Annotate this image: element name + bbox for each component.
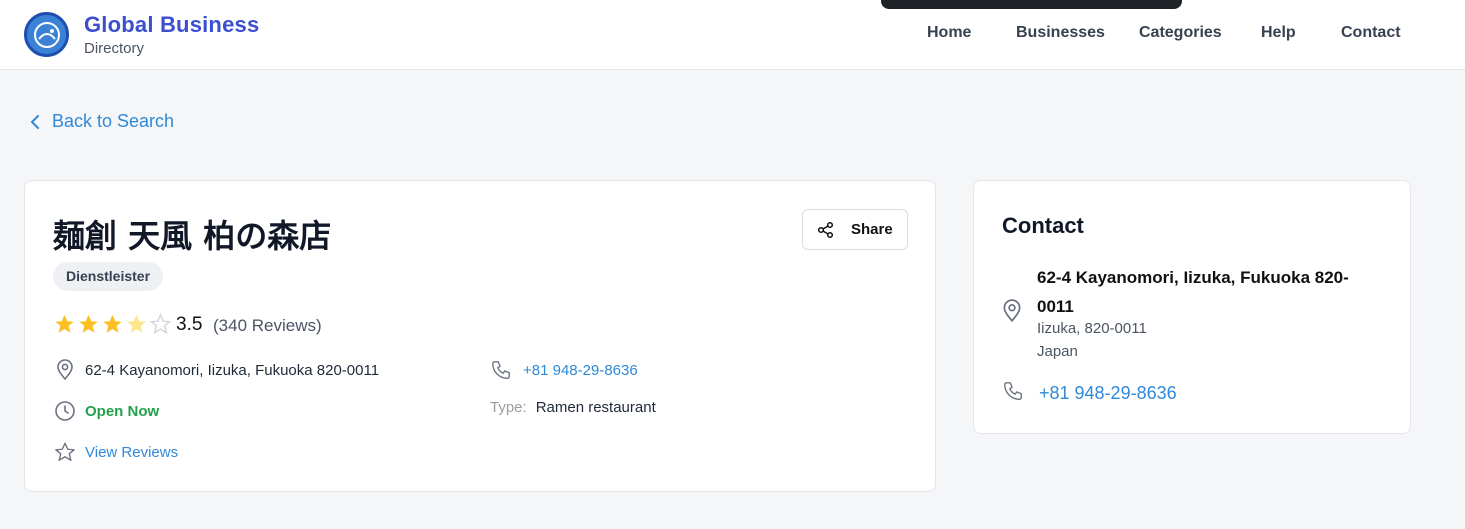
star-half-icon: [127, 314, 146, 333]
phone-row: +81 948-29-8636: [489, 358, 638, 382]
brand-logo[interactable]: [24, 12, 69, 57]
contact-address-line3: Japan: [1037, 343, 1078, 360]
address-text: 62-4 Kayanomori, Iizuka, Fukuoka 820-001…: [85, 361, 380, 379]
contact-card: Contact 62-4 Kayanomori, Iizuka, Fukuoka…: [973, 180, 1411, 434]
top-header: Global Business Directory Home Businesse…: [0, 0, 1465, 70]
business-details-card: 麺創 天風 柏の森店 Share Dienstleister 3.5 (340 …: [24, 180, 936, 492]
contact-phone-link[interactable]: +81 948-29-8636: [1039, 383, 1177, 404]
brand-subtitle: Directory: [84, 40, 145, 57]
top-overlay-bar: [881, 0, 1182, 9]
clock-icon: [53, 399, 77, 423]
rating-value: 3.5: [176, 314, 203, 335]
nav-help[interactable]: Help: [1261, 24, 1296, 42]
phone-link[interactable]: +81 948-29-8636: [523, 362, 638, 379]
star-filled-icon: [79, 314, 98, 333]
back-to-search-link[interactable]: Back to Search: [28, 111, 174, 132]
type-row: Type: Ramen restaurant: [490, 399, 656, 416]
star-filled-icon: [103, 314, 122, 333]
business-name: 麺創 天風 柏の森店: [53, 217, 332, 255]
nav-businesses[interactable]: Businesses: [1016, 24, 1105, 42]
back-label: Back to Search: [52, 111, 175, 131]
star-rating: [53, 313, 172, 335]
view-reviews-link[interactable]: View Reviews: [85, 444, 178, 461]
type-label: Type:: [490, 399, 527, 416]
location-pin-icon: [53, 358, 77, 382]
phone-icon: [489, 358, 513, 382]
share-button[interactable]: Share: [802, 209, 908, 250]
type-value: Ramen restaurant: [535, 399, 656, 416]
share-icon: [817, 221, 834, 238]
contact-address-line1: 62-4 Kayanomori, Iizuka, Fukuoka 820-001…: [1037, 268, 1349, 316]
review-count: (340 Reviews): [213, 316, 322, 335]
star-empty-icon: [149, 313, 172, 335]
category-badge: Dienstleister: [53, 262, 164, 291]
chevron-left-icon: [31, 114, 39, 129]
share-label: Share: [851, 221, 893, 238]
nav-contact[interactable]: Contact: [1341, 24, 1401, 42]
globe-icon: [34, 22, 60, 48]
phone-icon: [1004, 382, 1022, 400]
contact-address-line2: Iizuka, 820-0011: [1037, 320, 1147, 337]
view-reviews-row: View Reviews: [53, 440, 178, 464]
hours-row: Open Now: [53, 399, 159, 423]
open-status: Open Now: [85, 402, 160, 420]
location-pin-icon: [1003, 299, 1021, 323]
star-outline-icon: [53, 440, 77, 464]
brand-title[interactable]: Global Business: [84, 12, 259, 38]
star-filled-icon: [55, 314, 74, 333]
contact-title: Contact: [1002, 213, 1084, 238]
nav-home[interactable]: Home: [927, 24, 971, 42]
address-row: 62-4 Kayanomori, Iizuka, Fukuoka 820-001…: [53, 358, 379, 382]
nav-categories[interactable]: Categories: [1139, 24, 1222, 42]
